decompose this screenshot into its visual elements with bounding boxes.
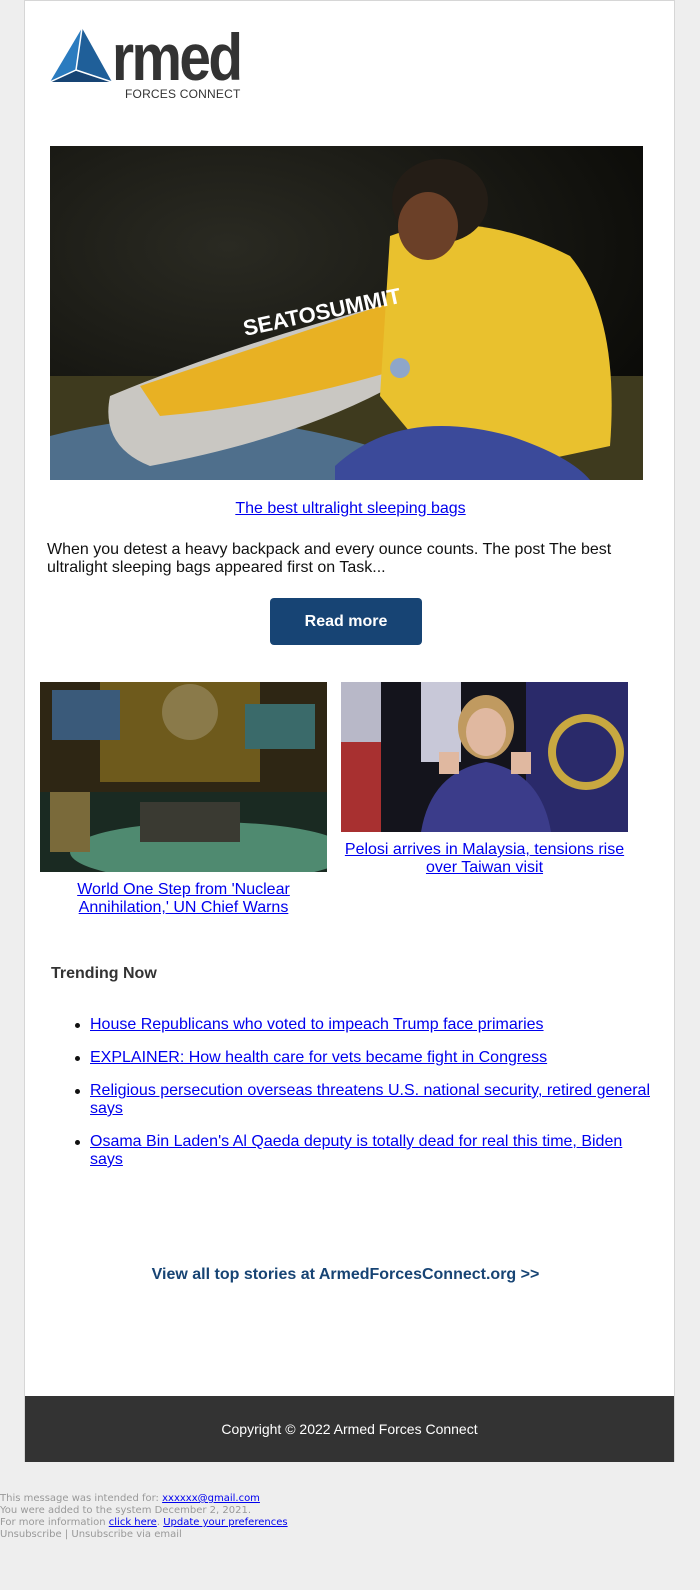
trending-item: EXPLAINER: How health care for vets beca… <box>75 1049 651 1067</box>
unsubscribe-line: Unsubscribe | Unsubscribe via email <box>0 1529 288 1541</box>
trending-list: House Republicans who voted to impeach T… <box>51 1016 651 1184</box>
bullet-icon <box>75 1023 80 1028</box>
un-assembly-photo-illustration <box>40 682 327 872</box>
trending-link[interactable]: Osama Bin Laden's Al Qaeda deputy is tot… <box>90 1133 622 1168</box>
email-container: rmed FORCES CONNECT SEATOSUMMIT The best… <box>24 0 675 1462</box>
unsubscribe-email-link[interactable]: Unsubscribe via email <box>71 1529 181 1540</box>
bullet-icon <box>75 1140 80 1145</box>
brand-logo[interactable]: rmed FORCES CONNECT <box>50 22 250 106</box>
more-info-line: For more information click here. Update … <box>0 1517 288 1529</box>
card-link-pelosi[interactable]: Pelosi arrives in Malaysia, tensions ris… <box>345 841 624 876</box>
card-image-pelosi[interactable] <box>341 682 628 832</box>
pelosi-photo-illustration <box>341 682 628 832</box>
trending-item: Religious persecution overseas threatens… <box>75 1082 651 1118</box>
unsubscribe-link[interactable]: Unsubscribe <box>0 1529 62 1540</box>
view-all-stories-link[interactable]: View all top stories at ArmedForcesConne… <box>25 1266 666 1284</box>
copyright-text: Copyright © 2022 Armed Forces Connect <box>221 1421 478 1437</box>
intended-label: This message was intended for: <box>0 1493 163 1504</box>
card-image-un[interactable] <box>40 682 327 872</box>
added-line: You were added to the system December 2,… <box>0 1505 251 1516</box>
recipient-email-link[interactable]: xxxxxx@gmail.com <box>162 1493 260 1504</box>
hero-image[interactable]: SEATOSUMMIT <box>50 146 643 480</box>
footer-bar: Copyright © 2022 Armed Forces Connect <box>25 1396 674 1462</box>
update-preferences-link[interactable]: Update your preferences <box>163 1517 287 1528</box>
pipe-separator: | <box>61 1529 72 1540</box>
more-info-label: For more information <box>0 1517 109 1528</box>
hero-description: When you detest a heavy backpack and eve… <box>47 541 612 576</box>
card-title-un: World One Step from 'Nuclear Annihilatio… <box>40 881 327 917</box>
trending-item: House Republicans who voted to impeach T… <box>75 1016 651 1034</box>
hero-photo-illustration: SEATOSUMMIT <box>50 146 643 480</box>
read-more-button[interactable]: Read more <box>270 598 422 645</box>
triangle-logo-icon <box>50 27 113 83</box>
trending-link[interactable]: Religious persecution overseas threatens… <box>90 1082 650 1117</box>
card-title-pelosi: Pelosi arrives in Malaysia, tensions ris… <box>341 841 628 877</box>
trending-heading: Trending Now <box>51 965 157 982</box>
click-here-link[interactable]: click here <box>109 1517 157 1528</box>
logo-wordmark: rmed <box>112 20 243 94</box>
bullet-icon <box>75 1089 80 1094</box>
fineprint: This message was intended for: xxxxxx@gm… <box>0 1493 288 1541</box>
trending-link[interactable]: House Republicans who voted to impeach T… <box>90 1016 544 1033</box>
hero-title-link[interactable]: The best ultralight sleeping bags <box>235 500 465 517</box>
card-link-un[interactable]: World One Step from 'Nuclear Annihilatio… <box>77 881 290 916</box>
intended-line: This message was intended for: xxxxxx@gm… <box>0 1493 288 1505</box>
hero-title: The best ultralight sleeping bags <box>25 500 676 518</box>
logo-subtitle: FORCES CONNECT <box>125 87 241 101</box>
bullet-icon <box>75 1056 80 1061</box>
trending-link[interactable]: EXPLAINER: How health care for vets beca… <box>90 1049 547 1066</box>
trending-item: Osama Bin Laden's Al Qaeda deputy is tot… <box>75 1133 651 1169</box>
